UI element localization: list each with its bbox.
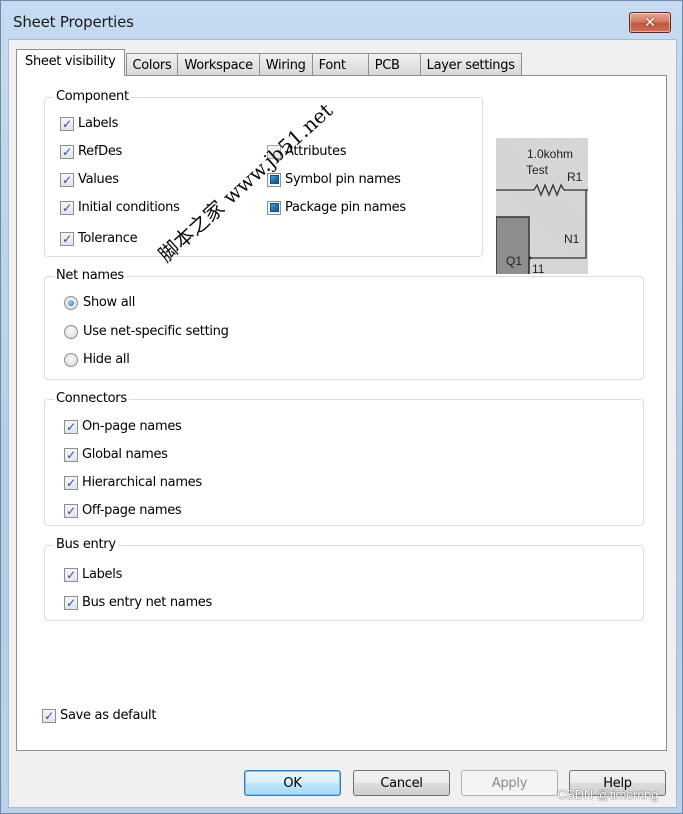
net-names-group-title: Net names bbox=[54, 268, 126, 283]
tolerance-checkbox[interactable]: ✓ Tolerance bbox=[60, 231, 138, 246]
tab-workspace[interactable]: Workspace bbox=[177, 53, 260, 76]
check-icon: ✓ bbox=[44, 708, 54, 723]
check-icon: ✓ bbox=[62, 200, 72, 215]
show-all-radio[interactable]: Show all bbox=[64, 295, 135, 310]
window-title: Sheet Properties bbox=[13, 13, 134, 31]
values-checkbox[interactable]: ✓ Values bbox=[60, 172, 119, 187]
checkbox-box[interactable]: ✓ bbox=[64, 503, 78, 518]
check-icon: ✓ bbox=[66, 595, 76, 610]
checkbox-label: Values bbox=[78, 172, 119, 187]
tab-colors[interactable]: Colors bbox=[125, 53, 179, 76]
checkbox-label: Initial conditions bbox=[78, 200, 180, 215]
checkbox-box[interactable]: ✓ bbox=[42, 708, 56, 723]
close-icon: ✕ bbox=[644, 14, 656, 31]
tab-wiring[interactable]: Wiring bbox=[258, 53, 313, 76]
apply-button: Apply bbox=[461, 770, 558, 796]
close-button[interactable]: ✕ bbox=[629, 12, 671, 33]
tab-sheet-visibility[interactable]: Sheet visibility bbox=[16, 49, 125, 76]
checkbox-label: RefDes bbox=[78, 144, 123, 159]
tab-pcb[interactable]: PCB bbox=[367, 53, 421, 76]
checkbox-label: Package pin names bbox=[285, 200, 406, 215]
check-icon: ✓ bbox=[66, 475, 76, 490]
labels-checkbox[interactable]: ✓ Labels bbox=[60, 116, 118, 131]
use-net-specific-setting-radio[interactable]: Use net-specific setting bbox=[64, 324, 229, 339]
preview-component-label: Q1 bbox=[506, 254, 523, 268]
tab-font[interactable]: Font bbox=[311, 53, 369, 76]
radio-button[interactable] bbox=[64, 324, 78, 339]
checkbox-box[interactable]: ✓ bbox=[64, 419, 78, 434]
checkbox-box[interactable]: ✓ bbox=[64, 595, 78, 610]
radio-button[interactable] bbox=[64, 295, 78, 310]
tab-layer-settings[interactable]: Layer settings bbox=[419, 53, 522, 76]
check-icon: ✓ bbox=[62, 231, 72, 246]
refdes-checkbox[interactable]: ✓ RefDes bbox=[60, 144, 122, 159]
sheet-properties-dialog: Sheet Properties ✕ Sheet visibility Colo… bbox=[0, 0, 683, 814]
checkbox-label: Save as default bbox=[60, 708, 157, 723]
sheet-visibility-panel: Component ✓ Labels ✓ RefDes ✓ Values ✓ I… bbox=[16, 75, 667, 751]
preview-net-label: N1 bbox=[564, 232, 580, 246]
preview-tolerance-label: Test bbox=[526, 163, 549, 177]
checkbox-box[interactable]: ✓ bbox=[64, 475, 78, 490]
dialog-client-area: Sheet visibility Colors Workspace Wiring… bbox=[8, 39, 677, 808]
checkbox-box[interactable]: ✓ bbox=[64, 447, 78, 462]
initial-conditions-checkbox[interactable]: ✓ Initial conditions bbox=[60, 200, 180, 215]
checkbox-label: Labels bbox=[78, 116, 119, 131]
global-names-checkbox[interactable]: ✓ Global names bbox=[64, 447, 168, 462]
cancel-button[interactable]: Cancel bbox=[353, 770, 450, 796]
tab-bar: Sheet visibility Colors Workspace Wiring… bbox=[16, 48, 522, 76]
checkbox-box[interactable] bbox=[267, 200, 281, 215]
hierarchical-names-checkbox[interactable]: ✓ Hierarchical names bbox=[64, 475, 202, 490]
ok-button[interactable]: OK bbox=[244, 770, 341, 796]
check-icon: ✓ bbox=[66, 419, 76, 434]
check-icon: ✓ bbox=[62, 144, 72, 159]
checkbox-label: Global names bbox=[82, 447, 168, 462]
checkbox-box[interactable]: ✓ bbox=[64, 567, 78, 582]
save-as-default-checkbox[interactable]: ✓ Save as default bbox=[42, 708, 156, 723]
indeterminate-icon bbox=[269, 203, 279, 212]
checkbox-label: Off-page names bbox=[82, 503, 182, 518]
resistor-symbol bbox=[496, 183, 588, 197]
schematic-preview: 1.0kohm Test R1 N1 Q1 11 bbox=[496, 138, 588, 274]
check-icon: ✓ bbox=[66, 567, 76, 582]
checkbox-box[interactable]: ✓ bbox=[60, 144, 74, 159]
radio-button[interactable] bbox=[64, 352, 78, 367]
checkbox-label: Symbol pin names bbox=[285, 172, 401, 187]
check-icon: ✓ bbox=[66, 447, 76, 462]
check-icon: ✓ bbox=[62, 172, 72, 187]
preview-refdes-label: R1 bbox=[567, 170, 583, 184]
checkbox-label: Hierarchical names bbox=[82, 475, 202, 490]
radio-selected-dot bbox=[68, 299, 74, 306]
check-icon: ✓ bbox=[66, 503, 76, 518]
checkbox-label: On-page names bbox=[82, 419, 182, 434]
radio-label: Hide all bbox=[83, 352, 130, 367]
preview-pin-label: 11 bbox=[532, 262, 545, 274]
checkbox-label: Tolerance bbox=[78, 231, 138, 246]
radio-label: Use net-specific setting bbox=[83, 324, 229, 339]
off-page-names-checkbox[interactable]: ✓ Off-page names bbox=[64, 503, 182, 518]
checkbox-box[interactable]: ✓ bbox=[60, 172, 74, 187]
bus-entry-group-title: Bus entry bbox=[54, 537, 118, 552]
component-group-title: Component bbox=[54, 89, 131, 104]
on-page-names-checkbox[interactable]: ✓ On-page names bbox=[64, 419, 182, 434]
checkbox-box[interactable]: ✓ bbox=[60, 231, 74, 246]
connectors-group-title: Connectors bbox=[54, 391, 129, 406]
pin-node bbox=[528, 256, 532, 260]
preview-value-label: 1.0kohm bbox=[527, 147, 574, 161]
csdn-watermark: CSDN @timerring bbox=[557, 787, 659, 802]
bus-entry-net-names-checkbox[interactable]: ✓ Bus entry net names bbox=[64, 595, 212, 610]
symbol-pin-names-checkbox[interactable]: Symbol pin names bbox=[267, 172, 401, 187]
checkbox-label: Labels bbox=[82, 567, 123, 582]
radio-label: Show all bbox=[83, 295, 135, 310]
bus-entry-labels-checkbox[interactable]: ✓ Labels bbox=[64, 567, 122, 582]
package-pin-names-checkbox[interactable]: Package pin names bbox=[267, 200, 406, 215]
checkbox-label: Bus entry net names bbox=[82, 595, 212, 610]
hide-all-radio[interactable]: Hide all bbox=[64, 352, 130, 367]
checkbox-box[interactable]: ✓ bbox=[60, 116, 74, 131]
checkbox-box[interactable]: ✓ bbox=[60, 200, 74, 215]
check-icon: ✓ bbox=[62, 116, 72, 131]
